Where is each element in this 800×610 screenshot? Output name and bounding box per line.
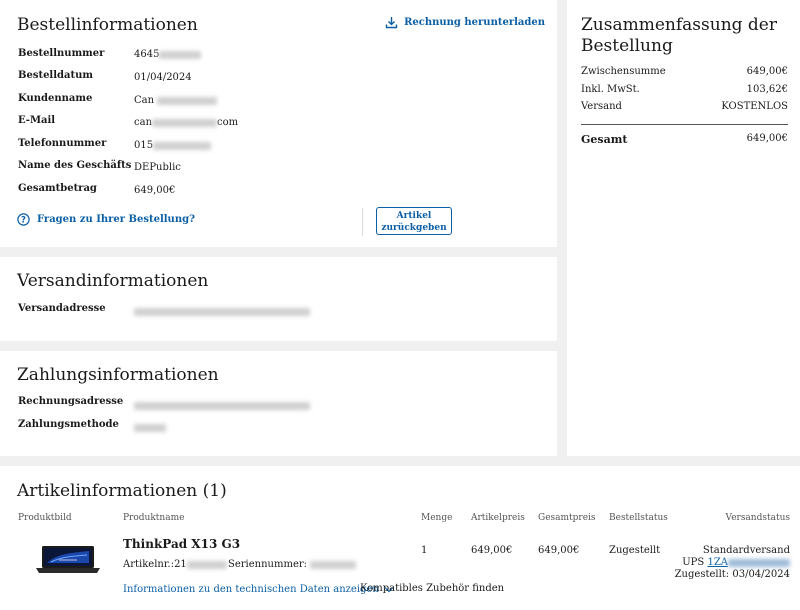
items-title: Artikelinformationen (1) bbox=[17, 481, 227, 501]
col-header-total: Gesamtpreis bbox=[538, 513, 596, 523]
return-item-button[interactable]: Artikel zurückgeben bbox=[376, 207, 452, 235]
return-item-label-1: Artikel bbox=[396, 211, 432, 221]
vat-value: 103,62€ bbox=[746, 84, 788, 95]
question-circle-icon: ? bbox=[17, 213, 30, 226]
return-item-label-2: zurückgeben bbox=[381, 223, 447, 233]
download-invoice-label: Rechnung herunterladen bbox=[404, 17, 545, 28]
compatible-accessories-link[interactable]: Kompatibles Zubehör finden bbox=[360, 583, 504, 594]
total-amount-label: Gesamtbetrag bbox=[18, 183, 97, 194]
vertical-divider bbox=[362, 208, 363, 236]
shipping-cost-row: Versand KOSTENLOS bbox=[581, 101, 788, 112]
tech-details-label: Informationen zu den technischen Daten a… bbox=[123, 584, 379, 595]
delivered-date: Zugestellt: 03/04/2024 bbox=[674, 569, 790, 580]
tracking-line: UPS 1ZA bbox=[682, 557, 790, 568]
payment-method-value bbox=[134, 422, 166, 433]
phone-value: 015 bbox=[134, 140, 212, 151]
order-question-link[interactable]: ? Fragen zu Ihrer Bestellung? bbox=[17, 213, 195, 226]
order-info-title: Bestellinformationen bbox=[17, 15, 198, 35]
vat-label: Inkl. MwSt. bbox=[581, 84, 640, 95]
product-price: 649,00€ bbox=[471, 545, 513, 556]
subtotal-row: Zwischensumme 649,00€ bbox=[581, 66, 788, 77]
shipping-info-title: Versandinformationen bbox=[17, 271, 209, 291]
col-header-order-status: Bestellstatus bbox=[609, 513, 668, 523]
summary-divider bbox=[581, 124, 788, 125]
carrier-name: UPS bbox=[682, 557, 705, 568]
product-order-status: Zugestellt bbox=[609, 545, 661, 556]
shipping-cost-label: Versand bbox=[581, 101, 622, 112]
product-article-number: Artikelnr.:21 bbox=[123, 559, 227, 570]
customer-name-value: Can bbox=[134, 95, 218, 106]
download-icon bbox=[385, 17, 398, 29]
subtotal-label: Zwischensumme bbox=[581, 66, 666, 77]
shipping-info-card: Versandinformationen Versandadresse bbox=[0, 257, 557, 341]
download-invoice-link[interactable]: Rechnung herunterladen bbox=[385, 16, 545, 29]
customer-name-label: Kundenname bbox=[18, 93, 93, 104]
col-header-name: Produktname bbox=[123, 513, 185, 523]
billing-address-label: Rechnungsadresse bbox=[18, 396, 124, 407]
col-header-shipping-status: Versandstatus bbox=[725, 513, 790, 523]
shipping-method: Standardversand bbox=[702, 545, 790, 556]
product-name-link[interactable]: ThinkPad X13 G3 bbox=[123, 537, 240, 551]
email-label: E-Mail bbox=[18, 115, 56, 126]
order-info-card: Bestellinformationen Rechnung herunterla… bbox=[0, 0, 557, 247]
total-amount-value: 649,00€ bbox=[134, 185, 176, 196]
col-header-image: Produktbild bbox=[18, 513, 72, 523]
product-total: 649,00€ bbox=[538, 545, 580, 556]
col-header-price: Artikelpreis bbox=[471, 513, 525, 523]
product-serial-number: Seriennummer: bbox=[228, 559, 357, 570]
shipping-address-value bbox=[134, 306, 310, 317]
product-image[interactable] bbox=[33, 545, 103, 575]
payment-method-label: Zahlungsmethode bbox=[18, 419, 119, 430]
order-question-label: Fragen zu Ihrer Bestellung? bbox=[37, 214, 195, 225]
store-name-value: DEPublic bbox=[134, 162, 181, 173]
grand-total-row: Gesamt 649,00€ bbox=[581, 133, 788, 146]
shipping-address-label: Versandadresse bbox=[18, 303, 106, 314]
col-header-qty: Menge bbox=[421, 513, 453, 523]
order-date-label: Bestelldatum bbox=[18, 70, 93, 81]
subtotal-value: 649,00€ bbox=[746, 66, 788, 77]
order-date-value: 01/04/2024 bbox=[134, 72, 192, 83]
vat-row: Inkl. MwSt. 103,62€ bbox=[581, 84, 788, 95]
order-summary-card: Zusammenfassung der Bestellung Zwischens… bbox=[567, 0, 800, 456]
shipping-cost-value: KOSTENLOS bbox=[721, 101, 788, 112]
payment-info-title: Zahlungsinformationen bbox=[17, 365, 219, 385]
tech-details-link[interactable]: Informationen zu den technischen Daten a… bbox=[123, 584, 394, 595]
product-qty: 1 bbox=[421, 545, 428, 556]
svg-text:?: ? bbox=[21, 216, 26, 226]
phone-label: Telefonnummer bbox=[18, 138, 107, 149]
order-number-label: Bestellnummer bbox=[18, 48, 105, 59]
email-value: can com bbox=[134, 117, 239, 128]
order-number-value: 4645 bbox=[134, 49, 202, 60]
items-card: Artikelinformationen (1) Produktbild Pro… bbox=[0, 466, 800, 610]
grand-total-label: Gesamt bbox=[581, 133, 628, 146]
grand-total-value: 649,00€ bbox=[746, 133, 788, 144]
payment-info-card: Zahlungsinformationen Rechnungsadresse Z… bbox=[0, 351, 557, 456]
billing-address-value bbox=[134, 400, 310, 411]
store-name-label: Name des Geschäfts bbox=[18, 160, 132, 171]
tracking-number-link[interactable]: 1ZA bbox=[707, 557, 790, 568]
summary-title: Zusammenfassung der Bestellung bbox=[581, 15, 777, 56]
